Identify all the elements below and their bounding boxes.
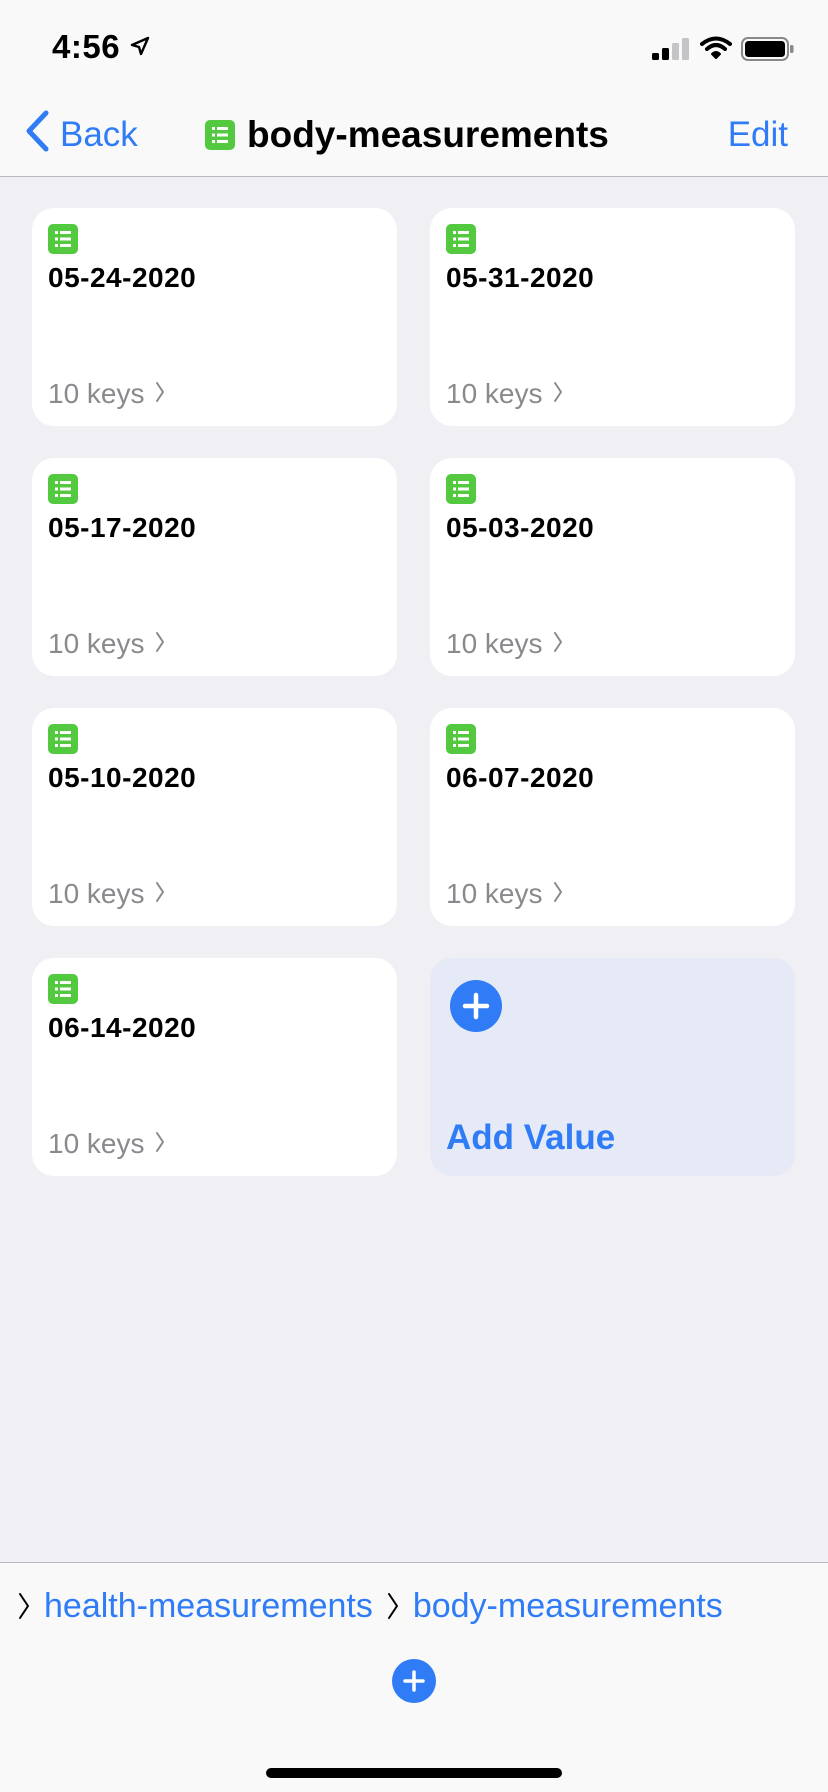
table-icon xyxy=(446,724,476,754)
value-card[interactable]: 06-07-2020 10 keys xyxy=(430,708,795,926)
status-bar: 4:56 xyxy=(0,0,828,96)
chevron-left-icon xyxy=(24,110,50,161)
bottom-toolbar: health-measurements body-measurements xyxy=(0,1562,828,1792)
table-icon xyxy=(446,474,476,504)
add-button[interactable] xyxy=(392,1659,436,1703)
table-icon xyxy=(205,120,235,150)
back-label: Back xyxy=(60,115,138,154)
table-icon xyxy=(48,474,78,504)
value-card[interactable]: 06-14-2020 10 keys xyxy=(32,958,397,1176)
card-subtitle: 10 keys xyxy=(48,628,165,660)
chevron-right-icon xyxy=(553,878,563,910)
value-card[interactable]: 05-31-2020 10 keys xyxy=(430,208,795,426)
card-subtitle: 10 keys xyxy=(446,878,563,910)
value-card[interactable]: 05-17-2020 10 keys xyxy=(32,458,397,676)
key-count: 10 keys xyxy=(446,628,543,659)
chevron-right-icon xyxy=(155,1128,165,1160)
chevron-right-icon xyxy=(155,378,165,410)
card-title: 05-03-2020 xyxy=(446,512,595,543)
back-button[interactable]: Back xyxy=(24,110,138,160)
chevron-right-icon xyxy=(553,378,563,410)
breadcrumb-item-health-measurements[interactable]: health-measurements xyxy=(44,1587,373,1626)
page-title-text: body-measurements xyxy=(247,114,609,155)
card-title: 05-31-2020 xyxy=(446,262,595,293)
battery-icon xyxy=(741,37,795,66)
card-subtitle: 10 keys xyxy=(48,1128,165,1160)
key-count: 10 keys xyxy=(48,628,145,659)
home-indicator xyxy=(266,1768,562,1778)
card-title: 06-07-2020 xyxy=(446,762,595,793)
card-title: 06-14-2020 xyxy=(48,1012,197,1043)
table-icon xyxy=(48,974,78,1004)
cellular-signal-icon xyxy=(652,38,692,65)
add-value-button[interactable]: Add Value xyxy=(430,958,795,1176)
plus-circle-icon xyxy=(450,980,502,1032)
key-count: 10 keys xyxy=(48,878,145,909)
chevron-right-icon xyxy=(155,878,165,910)
edit-button[interactable]: Edit xyxy=(728,110,788,160)
table-icon xyxy=(446,224,476,254)
card-title: 05-24-2020 xyxy=(48,262,197,293)
card-subtitle: 10 keys xyxy=(446,628,563,660)
key-count: 10 keys xyxy=(446,878,543,909)
chevron-right-icon xyxy=(387,1591,399,1621)
breadcrumb: health-measurements body-measurements xyxy=(18,1581,723,1631)
location-arrow-icon xyxy=(130,36,150,61)
values-grid: 05-24-2020 10 keys 05-31-2020 10 keys 05… xyxy=(32,208,796,1176)
key-count: 10 keys xyxy=(48,378,145,409)
card-subtitle: 10 keys xyxy=(48,378,165,410)
value-card[interactable]: 05-03-2020 10 keys xyxy=(430,458,795,676)
card-title: 05-17-2020 xyxy=(48,512,197,543)
wifi-icon xyxy=(700,36,732,65)
chevron-right-icon xyxy=(553,628,563,660)
value-card[interactable]: 05-24-2020 10 keys xyxy=(32,208,397,426)
key-count: 10 keys xyxy=(48,1128,145,1159)
page-title: body-measurements xyxy=(205,110,609,160)
breadcrumb-item-body-measurements[interactable]: body-measurements xyxy=(413,1587,723,1626)
value-card[interactable]: 05-10-2020 10 keys xyxy=(32,708,397,926)
status-time: 4:56 xyxy=(52,28,121,65)
card-title: 05-10-2020 xyxy=(48,762,197,793)
card-subtitle: 10 keys xyxy=(48,878,165,910)
card-subtitle: 10 keys xyxy=(446,378,563,410)
table-icon xyxy=(48,724,78,754)
add-value-label: Add Value xyxy=(446,1118,616,1157)
key-count: 10 keys xyxy=(446,378,543,409)
chevron-right-icon xyxy=(18,1591,30,1621)
table-icon xyxy=(48,224,78,254)
chevron-right-icon xyxy=(155,628,165,660)
navigation-bar: Back body-measurements Edit xyxy=(0,96,828,177)
